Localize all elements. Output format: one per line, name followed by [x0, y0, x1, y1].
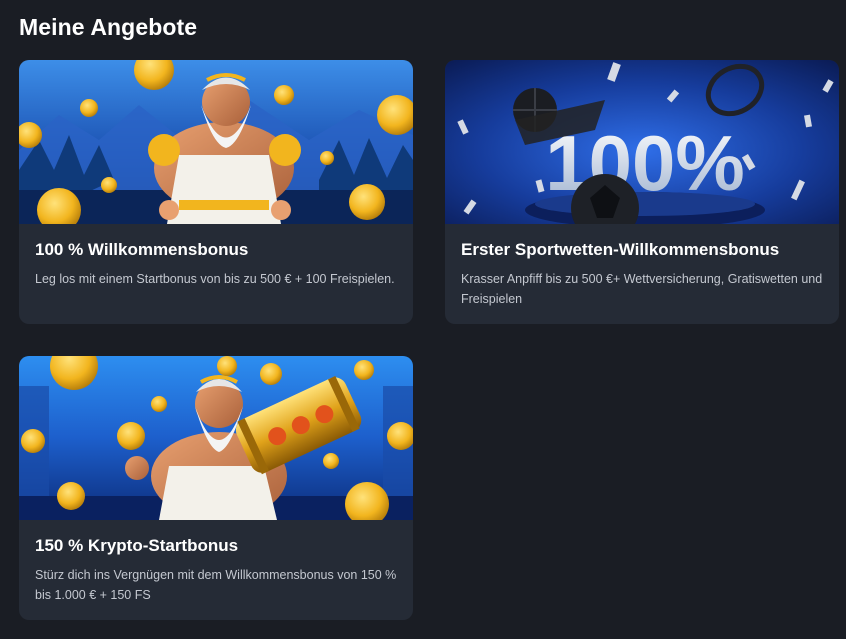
sports-balls-100-percent-image: 100%	[445, 60, 839, 224]
zeus-with-bitcoin-barrel-image	[19, 356, 413, 520]
offer-card-crypto-bonus[interactable]: 150 % Krypto-Startbonus Stürz dich ins V…	[19, 356, 413, 620]
offer-title: Erster Sportwetten-Willkommensbonus	[461, 240, 780, 259]
offer-card-sports-bonus[interactable]: 100% Erster Sportwetten-Willkommensbonus…	[445, 60, 839, 324]
offer-description: Leg los mit einem Startbonus von bis zu …	[35, 272, 395, 286]
offer-description: Stürz dich ins Vergnügen mit dem Willkom…	[35, 568, 397, 602]
zeus-with-gold-coins-image	[19, 60, 413, 224]
offer-description: Krasser Anpfiff bis zu 500 €+ Wettversic…	[461, 272, 823, 306]
page-title: Meine Angebote	[19, 14, 198, 40]
offer-card-welcome-bonus[interactable]: 100 % Willkommensbonus Leg los mit einem…	[19, 60, 413, 324]
offer-title: 150 % Krypto-Startbonus	[35, 536, 239, 555]
offer-title: 100 % Willkommensbonus	[35, 240, 249, 259]
